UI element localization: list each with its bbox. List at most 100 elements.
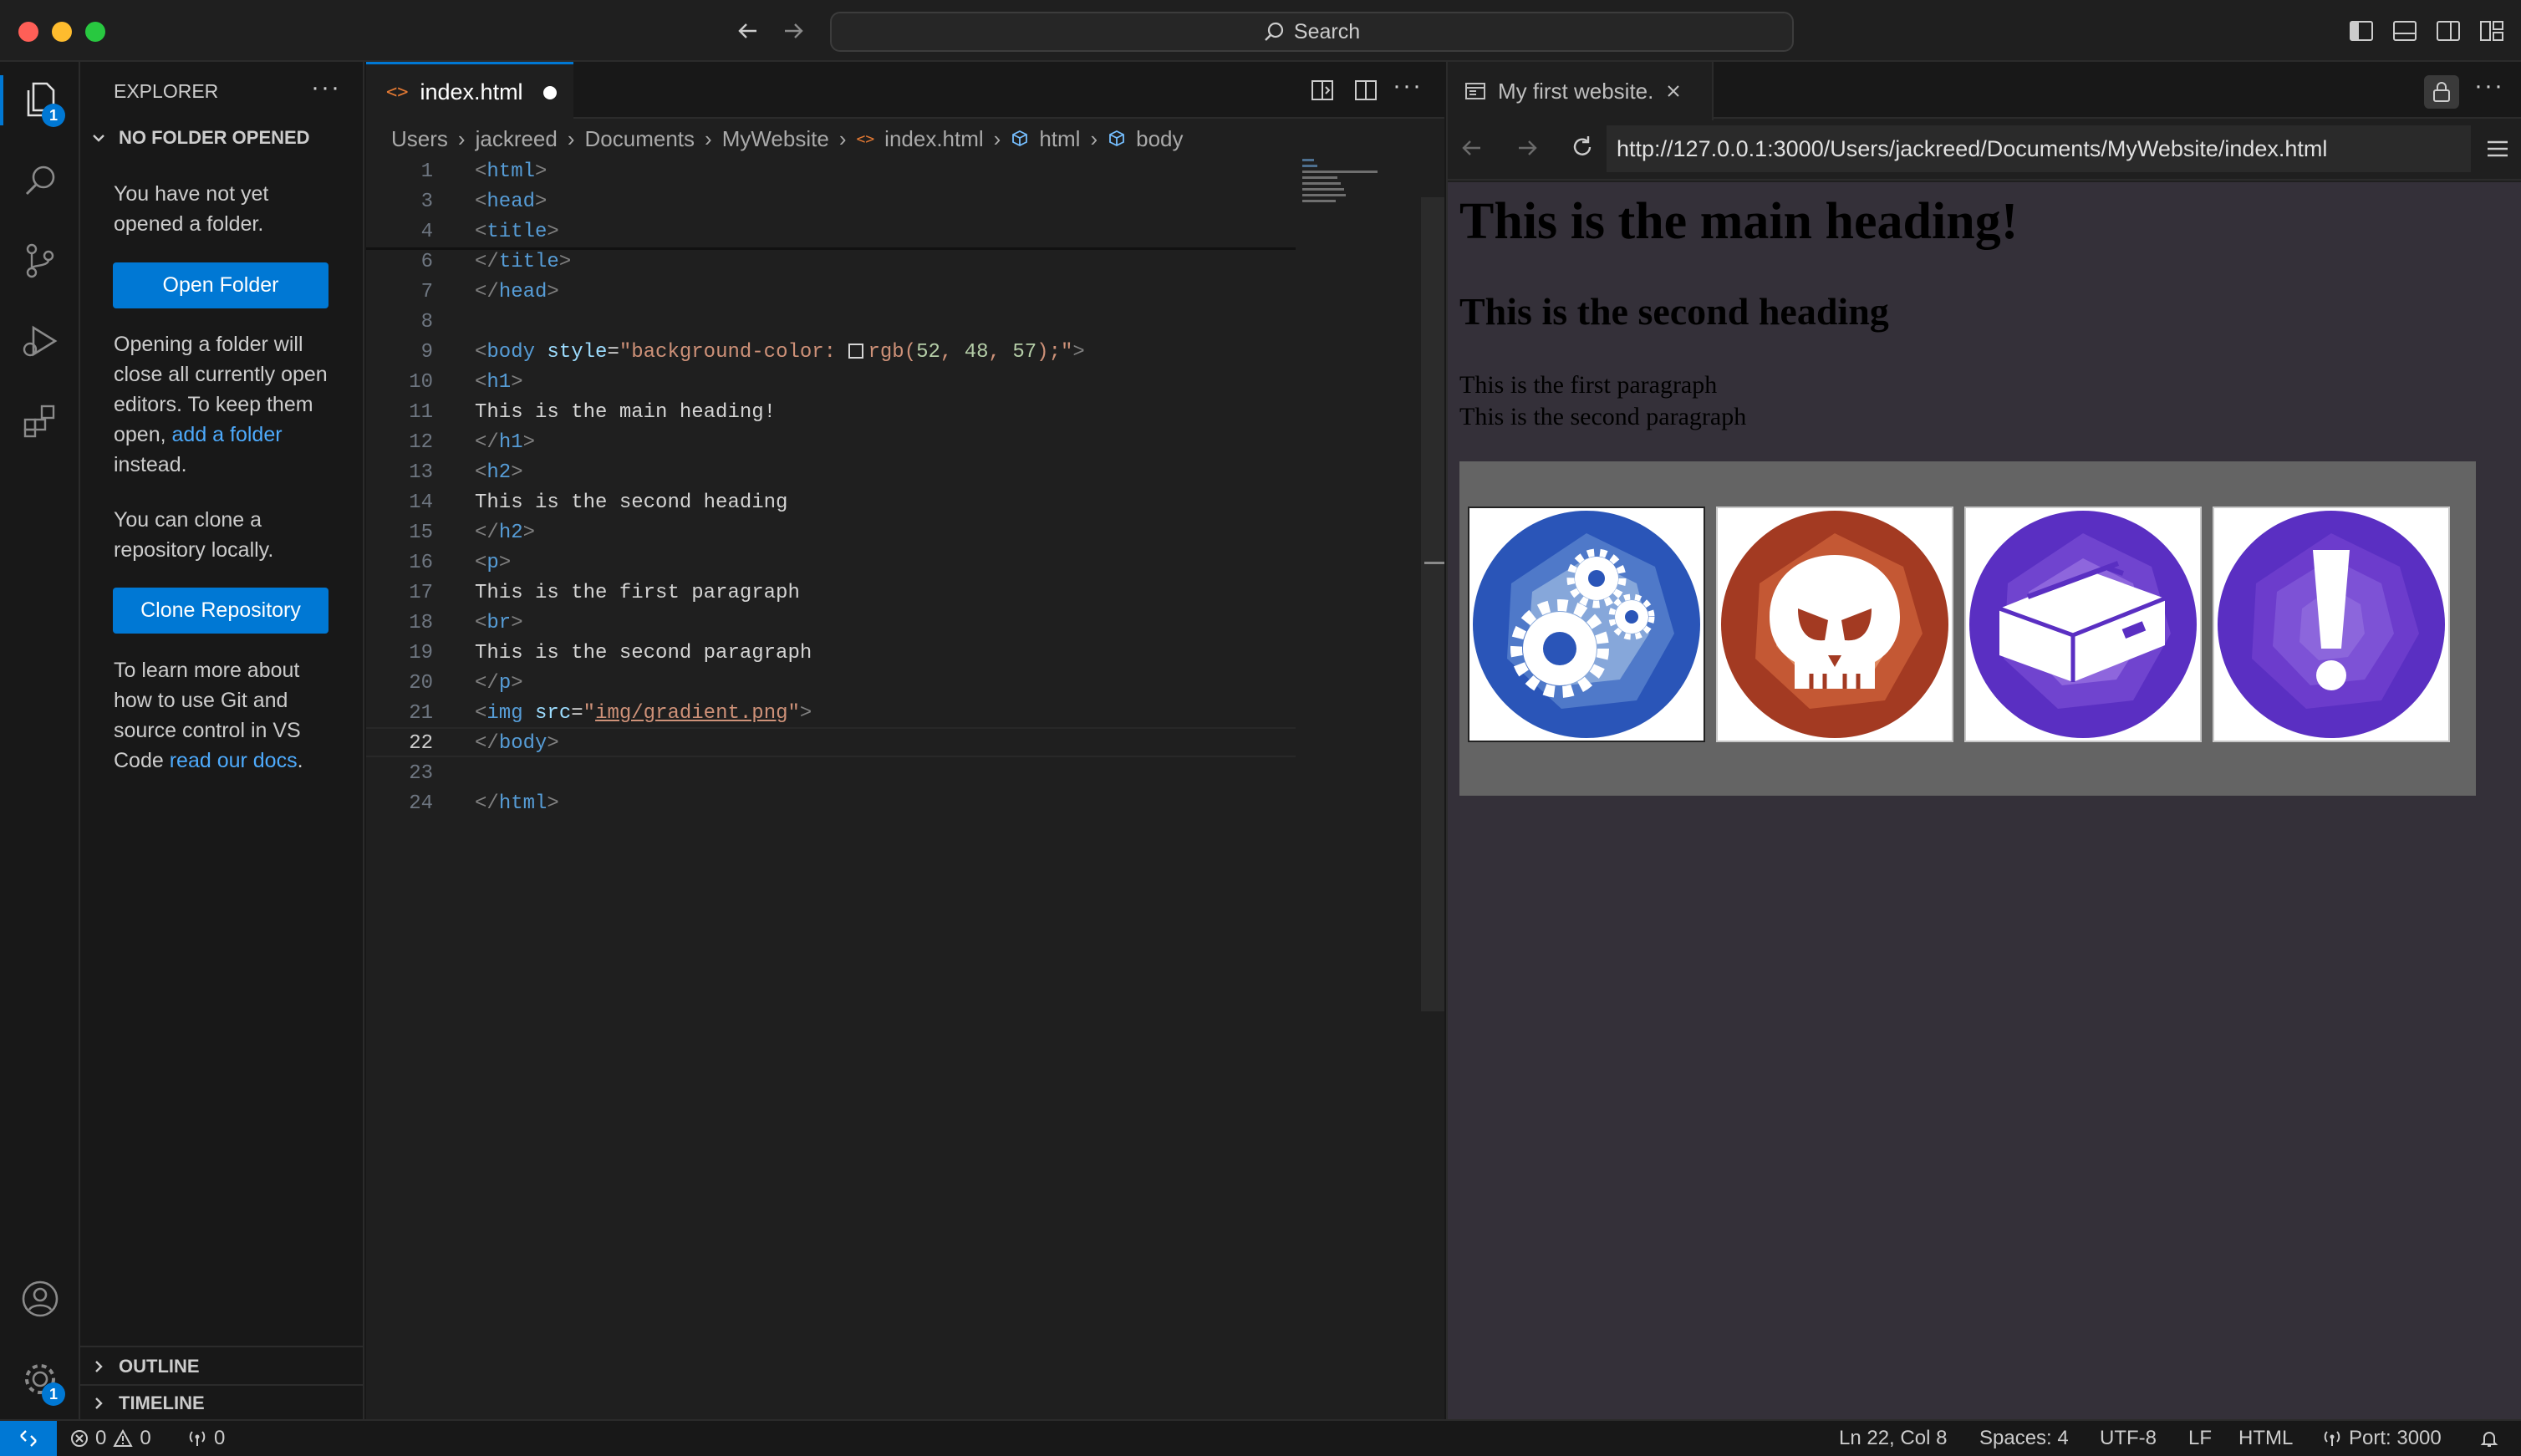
exclamation-icon	[2213, 507, 2450, 742]
line-number: 16	[409, 552, 433, 574]
explorer-icon[interactable]: 1	[15, 75, 65, 127]
minimap[interactable]	[1301, 155, 1393, 239]
url-input[interactable]: http://127.0.0.1:3000/Users/jackreed/Doc…	[1607, 125, 2471, 172]
read-docs-link[interactable]: read our docs	[170, 749, 298, 772]
tab-index-html[interactable]: <> index.html	[366, 62, 573, 120]
ports-indicator[interactable]: 0	[187, 1421, 225, 1456]
add-folder-link[interactable]: add a folder	[172, 423, 283, 446]
explorer-sidebar: EXPLORER ··· NO FOLDER OPENED You have n…	[80, 62, 364, 1419]
split-editor-icon[interactable]	[1352, 77, 1379, 104]
code-line: </html>	[475, 792, 559, 815]
unsaved-dot-icon[interactable]	[542, 85, 557, 99]
settings-gear-icon[interactable]: 1	[15, 1354, 65, 1406]
line-number: 19	[409, 642, 433, 664]
chevron-right-icon: ›	[705, 125, 712, 151]
forward-arrow-icon[interactable]	[781, 18, 806, 43]
accounts-icon[interactable]	[15, 1274, 65, 1324]
line-number: 18	[409, 612, 433, 634]
back-arrow-icon[interactable]	[736, 18, 761, 43]
preview-more-icon[interactable]: ···	[2474, 72, 2504, 100]
note-suffix: instead.	[114, 453, 187, 476]
title-bar: Search	[0, 0, 2521, 62]
notifications-bell-icon[interactable]	[2479, 1421, 2499, 1456]
command-center-search[interactable]: Search	[830, 12, 1794, 52]
minimize-window-button[interactable]	[52, 22, 72, 42]
clone-repository-button[interactable]: Clone Repository	[113, 588, 328, 634]
timeline-section[interactable]: TIMELINE	[90, 1392, 205, 1414]
no-folder-section[interactable]: NO FOLDER OPENED	[90, 127, 310, 149]
chevron-right-icon: ›	[457, 125, 466, 151]
html-file-icon: <>	[386, 82, 409, 103]
line-number: 15	[409, 522, 433, 544]
breadcrumb-users[interactable]: Users	[391, 126, 448, 152]
outline-section[interactable]: OUTLINE	[90, 1356, 200, 1377]
section-divider	[80, 1384, 363, 1386]
end-of-line[interactable]: LF	[2188, 1421, 2212, 1456]
line-number: 9	[420, 341, 433, 364]
broadcast-icon	[2322, 1429, 2342, 1448]
problems-indicator[interactable]: 0 0	[70, 1421, 151, 1456]
language-mode[interactable]: HTML	[2238, 1421, 2293, 1456]
close-tab-icon[interactable]	[1665, 83, 1682, 99]
reload-icon[interactable]	[1569, 134, 1596, 160]
source-control-icon[interactable]	[15, 236, 65, 286]
breadcrumb-body[interactable]: body	[1136, 126, 1183, 152]
search-view-icon[interactable]	[15, 155, 65, 206]
cube-icon	[1011, 130, 1029, 148]
toggle-secondary-sidebar-icon[interactable]	[2436, 18, 2461, 43]
menu-icon[interactable]	[2486, 137, 2509, 160]
preview-tab-label: My first website.	[1498, 78, 1654, 104]
tab-preview[interactable]: My first website.	[1448, 62, 1714, 120]
toggle-primary-sidebar-icon[interactable]	[2349, 18, 2374, 43]
indentation[interactable]: Spaces: 4	[1979, 1421, 2069, 1456]
page-heading-2: This is the second heading	[1459, 290, 1889, 333]
run-and-debug-icon[interactable]	[15, 316, 65, 366]
line-number: 12	[409, 431, 433, 454]
html-file-icon: <>	[856, 130, 875, 148]
gears-icon	[1468, 507, 1705, 742]
rendered-page	[1448, 182, 2521, 1419]
lock-icon[interactable]	[2424, 75, 2459, 109]
line-number: 4	[420, 221, 433, 243]
line-number: 10	[409, 371, 433, 394]
cube-icon	[1108, 130, 1126, 148]
breadcrumb-documents[interactable]: Documents	[585, 126, 695, 152]
customize-layout-icon[interactable]	[2479, 18, 2504, 43]
more-actions-icon[interactable]: ···	[311, 74, 341, 102]
page-heading-1: This is the main heading!	[1459, 193, 2019, 250]
maximize-window-button[interactable]	[85, 22, 105, 42]
code-line: This is the first paragraph	[475, 582, 800, 604]
breadcrumb-jackreed[interactable]: jackreed	[476, 126, 558, 152]
status-bar: 0 0 0 Ln 22, Col 8 Spaces: 4 UTF-8 LF HT…	[0, 1419, 2521, 1456]
live-server-port[interactable]: Port: 3000	[2322, 1421, 2442, 1456]
learn-suffix: .	[297, 749, 303, 772]
breadcrumb-index-html[interactable]: index.html	[884, 126, 984, 152]
encoding[interactable]: UTF-8	[2100, 1421, 2157, 1456]
port-label: Port: 3000	[2349, 1427, 2442, 1449]
tab-label: index.html	[420, 79, 523, 104]
remote-indicator-icon[interactable]	[0, 1421, 57, 1456]
extensions-icon[interactable]	[15, 396, 65, 446]
back-arrow-icon[interactable]	[1459, 135, 1485, 160]
line-number: 3	[420, 191, 433, 213]
forward-arrow-icon[interactable]	[1515, 135, 1540, 160]
open-preview-icon[interactable]	[1309, 77, 1336, 104]
editor-scrollbar[interactable]	[1421, 197, 1444, 1011]
open-folder-note: Opening a folder will close all currentl…	[114, 329, 339, 480]
line-number: 17	[409, 582, 433, 604]
breadcrumb-mywebsite[interactable]: MyWebsite	[722, 126, 829, 152]
line-number: 13	[409, 461, 433, 484]
settings-badge: 1	[42, 1382, 65, 1406]
cursor-position[interactable]: Ln 22, Col 8	[1839, 1421, 1947, 1456]
breadcrumb-html[interactable]: html	[1039, 126, 1080, 152]
code-line: <title>	[475, 221, 559, 243]
code-line: <p>	[475, 552, 512, 574]
editor-more-icon[interactable]: ···	[1393, 72, 1423, 100]
section-divider	[80, 1346, 363, 1347]
open-folder-button[interactable]: Open Folder	[113, 262, 328, 308]
toggle-panel-icon[interactable]	[2392, 18, 2417, 43]
chevron-right-icon: ›	[993, 125, 1001, 151]
close-window-button[interactable]	[18, 22, 38, 42]
color-swatch[interactable]	[848, 344, 863, 359]
line-number: 23	[409, 762, 433, 785]
